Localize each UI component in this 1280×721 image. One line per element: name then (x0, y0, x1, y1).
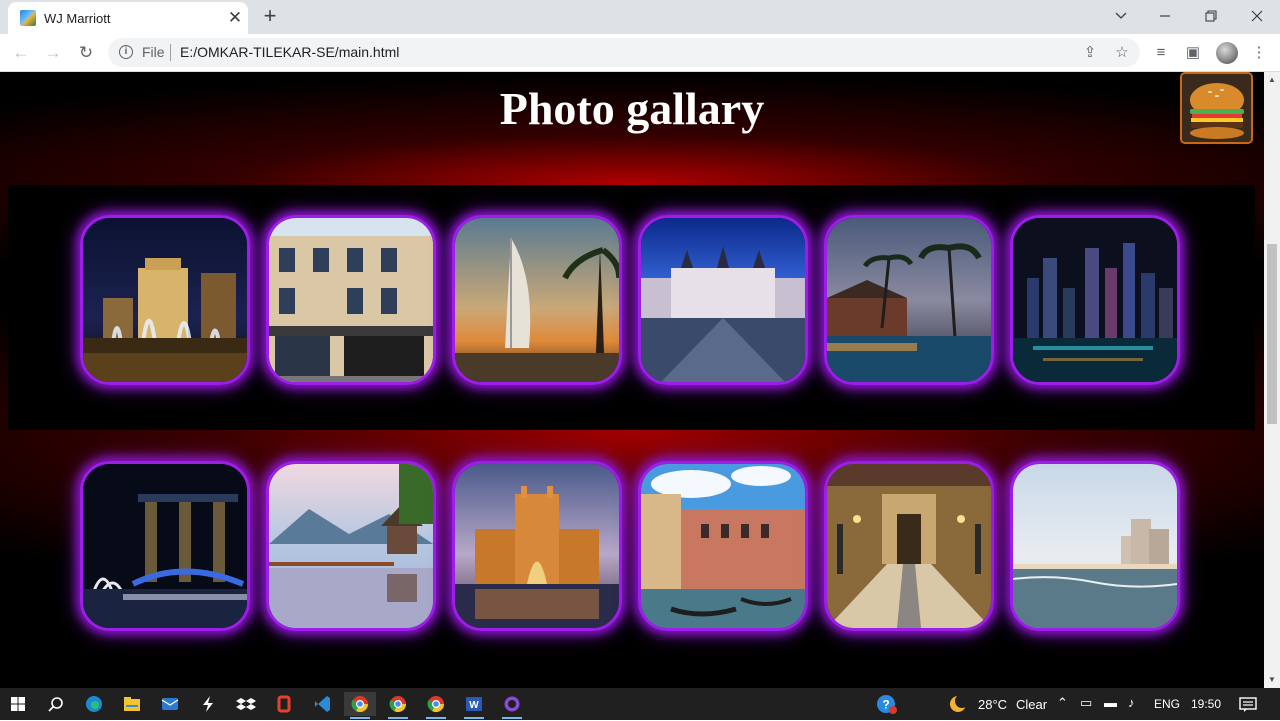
language-indicator[interactable]: ENG (1154, 697, 1180, 711)
omnibox-divider (170, 44, 171, 61)
notification-icon[interactable] (1232, 692, 1264, 716)
battery-icon[interactable]: ▬ (1104, 695, 1117, 710)
svg-text:?: ? (882, 698, 889, 712)
gallery-photo[interactable] (80, 215, 250, 385)
github-desktop-icon[interactable] (496, 692, 528, 719)
mail-icon[interactable] (154, 692, 186, 716)
address-bar[interactable]: i File E:/OMKAR-TILEKAR-SE/main.html ⇪ ☆ (108, 38, 1140, 67)
word-icon[interactable]: W (458, 692, 490, 719)
close-window-button[interactable] (1242, 4, 1272, 28)
office-icon[interactable] (268, 692, 300, 716)
gallery-photo[interactable] (266, 461, 436, 631)
tab-strip: WJ Marriott ✕ + (0, 0, 1280, 34)
tab-title: WJ Marriott (44, 11, 111, 26)
gallery-photo[interactable] (1010, 215, 1180, 385)
clock-time[interactable]: 19:50 (1191, 697, 1221, 711)
gallery-photo[interactable] (452, 461, 622, 631)
weather-temperature[interactable]: 28°C (978, 697, 1007, 712)
dropbox-icon[interactable] (230, 692, 262, 716)
scroll-down-arrow-icon[interactable]: ▼ (1268, 675, 1276, 684)
gallery-photo[interactable] (266, 215, 436, 385)
close-tab-icon[interactable]: ✕ (224, 7, 246, 29)
browser-tab[interactable]: WJ Marriott ✕ (8, 2, 248, 34)
gallery-photo[interactable] (1010, 461, 1180, 631)
chrome-icon[interactable] (344, 692, 376, 719)
url-text[interactable]: E:/OMKAR-TILEKAR-SE/main.html (180, 44, 399, 60)
share-icon[interactable]: ⇪ (1080, 43, 1100, 63)
tab-search-icon[interactable] (1106, 4, 1136, 28)
scroll-thumb[interactable] (1267, 244, 1277, 424)
back-button[interactable]: ← (9, 41, 33, 65)
reload-button[interactable]: ↻ (74, 41, 98, 65)
file-explorer-icon[interactable] (116, 692, 148, 716)
favicon-icon (20, 10, 36, 26)
help-icon[interactable]: ? (870, 692, 902, 716)
power-automate-icon[interactable] (192, 692, 224, 716)
minimize-button[interactable] (1150, 4, 1180, 28)
site-info-icon[interactable]: i (119, 45, 133, 59)
svg-text:W: W (469, 700, 479, 711)
chevron-up-icon[interactable]: ⌃ (1057, 695, 1068, 711)
page-scrollbar[interactable]: ▲ ▼ (1264, 72, 1280, 688)
side-panel-icon[interactable]: ▣ (1182, 42, 1204, 64)
gallery-photo[interactable] (638, 461, 808, 631)
gallery-photo[interactable] (638, 215, 808, 385)
windows-taskbar: W ? 28°C Clear ⌃ ▭ ▬ ♪ ENG 19:50 (0, 688, 1280, 720)
burger-logo[interactable] (1180, 72, 1253, 144)
new-tab-button[interactable]: + (258, 5, 282, 29)
page-title: Photo gallary (499, 83, 765, 134)
chrome-profile-2-icon[interactable] (420, 692, 452, 719)
browser-toolbar: ← → ↻ i File E:/OMKAR-TILEKAR-SE/main.ht… (0, 34, 1280, 72)
gallery-photo[interactable] (452, 215, 622, 385)
url-scheme-label: File (142, 44, 165, 60)
gallery-photo[interactable] (80, 461, 250, 631)
volume-icon[interactable]: ♪ (1128, 695, 1135, 710)
scroll-up-arrow-icon[interactable]: ▲ (1268, 75, 1276, 84)
gallery-photo[interactable] (824, 461, 994, 631)
weather-condition[interactable]: Clear (1016, 697, 1047, 712)
search-icon[interactable] (40, 692, 72, 716)
network-icon[interactable]: ▭ (1080, 695, 1092, 711)
chrome-profile-icon[interactable] (382, 692, 414, 719)
forward-button[interactable]: → (41, 41, 65, 65)
windows-start-icon[interactable] (2, 692, 34, 716)
media-control-icon[interactable]: ≡ (1150, 42, 1172, 64)
gallery-photo[interactable] (824, 215, 994, 385)
menu-icon[interactable]: ⋮ (1248, 42, 1270, 64)
vscode-icon[interactable] (306, 692, 338, 716)
restore-button[interactable] (1196, 4, 1226, 28)
profile-avatar[interactable] (1216, 42, 1238, 64)
bookmark-star-icon[interactable]: ☆ (1112, 43, 1132, 63)
moon-weather-icon (942, 692, 974, 716)
web-page: Photo gallary (0, 72, 1264, 688)
edge-icon[interactable] (78, 692, 110, 716)
